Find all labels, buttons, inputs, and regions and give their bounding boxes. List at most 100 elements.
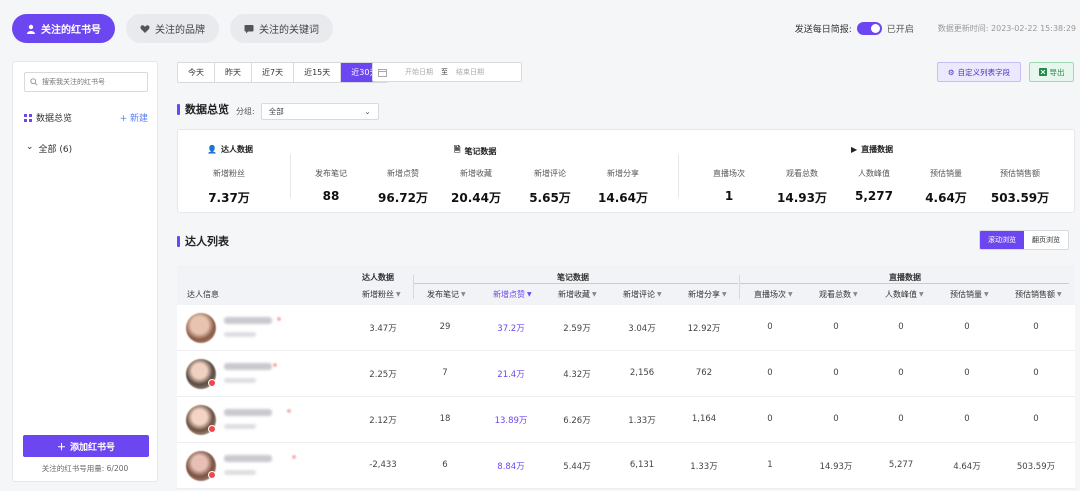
col-est-revenue[interactable]: 预估销售额 ▼	[1015, 289, 1062, 300]
group-all-label: 全部 (6)	[38, 145, 73, 155]
note-data-header: 🗎 笔记数据	[454, 144, 496, 158]
summary-value: 96.72万	[378, 191, 428, 205]
table-cell: 1.33万	[628, 416, 656, 426]
kol-name-blurred[interactable]	[224, 455, 272, 462]
page-view-button[interactable]: 翻页浏览	[1024, 231, 1068, 249]
col-label: 预估销售额	[1015, 290, 1055, 299]
group-line	[413, 283, 738, 284]
table-cell: 14.93万	[819, 462, 853, 472]
avatar-badge	[208, 379, 216, 387]
daily-report-toggle[interactable]	[856, 22, 882, 35]
live-data-label: 直播数据	[861, 145, 894, 154]
table-cell: 0	[898, 368, 904, 378]
table-body: 3.47万 29 37.2万 2.59万 3.04万 12.92万 0 0 0 0 0 2.25万 7 2…	[177, 305, 1075, 489]
col-new-likes[interactable]: 新增点赞 ▼	[493, 289, 532, 300]
summary-value: 20.44万	[451, 191, 501, 205]
sort-icon: ▼	[461, 291, 466, 298]
search-input[interactable]	[42, 78, 142, 86]
summary-label: 人数峰值	[858, 169, 890, 178]
table-cell: 0	[767, 368, 773, 378]
sort-icon: ▼	[592, 291, 597, 298]
chat-icon	[244, 24, 254, 33]
date-tab-7d[interactable]: 近7天	[252, 63, 295, 82]
sort-icon: ▼	[1057, 291, 1062, 298]
overview-title-text: 数据总览	[185, 103, 229, 116]
end-date[interactable]: 结束日期	[456, 67, 484, 77]
daily-report-label: 发送每日简报:	[794, 25, 852, 35]
kol-name-blurred[interactable]	[224, 317, 272, 324]
tab-followed-brands[interactable]: 关注的品牌	[126, 14, 219, 43]
tab-followed-keywords[interactable]: 关注的关键词	[230, 14, 333, 43]
group-filter-label: 分组:	[236, 107, 255, 116]
col-est-sales[interactable]: 预估销量 ▼	[950, 289, 989, 300]
col-live-sessions[interactable]: 直播场次 ▼	[754, 289, 793, 300]
group-select-value: 全部	[268, 107, 284, 116]
table-cell: 0	[964, 414, 970, 424]
summary-item: 直播场次 1	[689, 168, 769, 203]
table-row[interactable]: -2,433 6 8.84万 5.44万 6,131 1.33万 1 14.93万 5,277 4…	[177, 443, 1075, 489]
list-title-text: 达人列表	[185, 235, 229, 248]
col-new-fans[interactable]: 新增粉丝 ▼	[362, 289, 401, 300]
summary-item: 新增分享 14.64万	[583, 168, 663, 206]
table-cell: -2,433	[369, 460, 397, 470]
summary-label: 新增点赞	[387, 169, 419, 178]
avatar[interactable]	[186, 313, 216, 343]
kol-id-blurred	[224, 470, 256, 475]
group-select[interactable]: 全部 ⌄	[260, 103, 379, 120]
summary-label: 预估销量	[930, 169, 962, 178]
table-row[interactable]: 2.25万 7 21.4万 4.32万 2,156 762 0 0 0 0 0	[177, 351, 1075, 397]
calendar-icon	[378, 68, 387, 77]
summary-value: 14.93万	[777, 191, 827, 205]
date-tab-today[interactable]: 今天	[178, 63, 215, 82]
kol-name-blurred[interactable]	[224, 363, 272, 370]
col-label: 直播场次	[754, 290, 786, 299]
kol-name-blurred[interactable]	[224, 409, 272, 416]
tab-label: 关注的品牌	[155, 25, 205, 36]
col-label: 人数峰值	[885, 290, 917, 299]
custom-fields-button[interactable]: ⚙ 自定义列表字段	[937, 62, 1021, 82]
table-cell: 18	[439, 414, 451, 424]
date-range-picker[interactable]: 开始日期 至 结束日期	[372, 62, 522, 82]
summary-value: 14.64万	[598, 191, 648, 205]
summary-label: 预估销售额	[1000, 169, 1040, 178]
summary-value: 1	[724, 189, 734, 203]
table-cell: 2.12万	[369, 416, 397, 426]
col-label: 新增收藏	[558, 290, 590, 299]
export-button[interactable]: 导出	[1029, 62, 1074, 82]
kol-data-header: 👤 达人数据	[207, 144, 253, 155]
col-new-shares[interactable]: 新增分享 ▼	[688, 289, 727, 300]
new-group-button[interactable]: + 新建	[120, 111, 148, 124]
sidebar-title[interactable]: 数据总览	[24, 111, 72, 124]
start-date[interactable]: 开始日期	[405, 67, 433, 77]
table-cell: 8.84万	[497, 462, 525, 472]
scroll-view-button[interactable]: 滚动浏览	[980, 231, 1024, 249]
video-icon: ▶	[851, 145, 858, 154]
table-row[interactable]: 2.12万 18 13.89万 6.26万 1.33万 1,164 0 0 0 0 0	[177, 397, 1075, 443]
note-icon: 🗎	[454, 145, 461, 154]
date-tab-15d[interactable]: 近15天	[294, 63, 342, 82]
chevron-down-icon: ⌄	[364, 107, 371, 116]
col-new-favorites[interactable]: 新增收藏 ▼	[558, 289, 597, 300]
tab-followed-accounts[interactable]: 关注的红书号	[12, 14, 115, 43]
summary-value: 503.59万	[990, 191, 1050, 205]
summary-item: 观看总数 14.93万	[762, 168, 842, 206]
gender-icon	[287, 409, 291, 413]
col-peak-viewers[interactable]: 人数峰值 ▼	[885, 289, 924, 300]
kol-id-blurred	[224, 424, 256, 429]
table-cell: 4.64万	[953, 462, 981, 472]
tab-label: 关注的关键词	[259, 25, 319, 36]
table-cell: 37.2万	[497, 324, 525, 334]
col-total-views[interactable]: 观看总数 ▼	[819, 289, 858, 300]
date-tab-yesterday[interactable]: 昨天	[215, 63, 252, 82]
col-notes[interactable]: 发布笔记 ▼	[427, 289, 466, 300]
table-cell: 0	[833, 322, 839, 332]
gender-icon	[277, 317, 281, 321]
sort-icon: ▼	[788, 291, 793, 298]
list-title: 达人列表	[177, 233, 229, 249]
add-account-button[interactable]: ＋ 添加红书号	[23, 435, 149, 457]
view-toggle: 滚动浏览 翻页浏览	[979, 230, 1069, 250]
group-all[interactable]: ⌄ 全部 (6)	[26, 142, 72, 155]
col-new-comments[interactable]: 新增评论 ▼	[623, 289, 662, 300]
table-row[interactable]: 3.47万 29 37.2万 2.59万 3.04万 12.92万 0 0 0 0 0	[177, 305, 1075, 351]
search-box[interactable]	[24, 72, 148, 92]
